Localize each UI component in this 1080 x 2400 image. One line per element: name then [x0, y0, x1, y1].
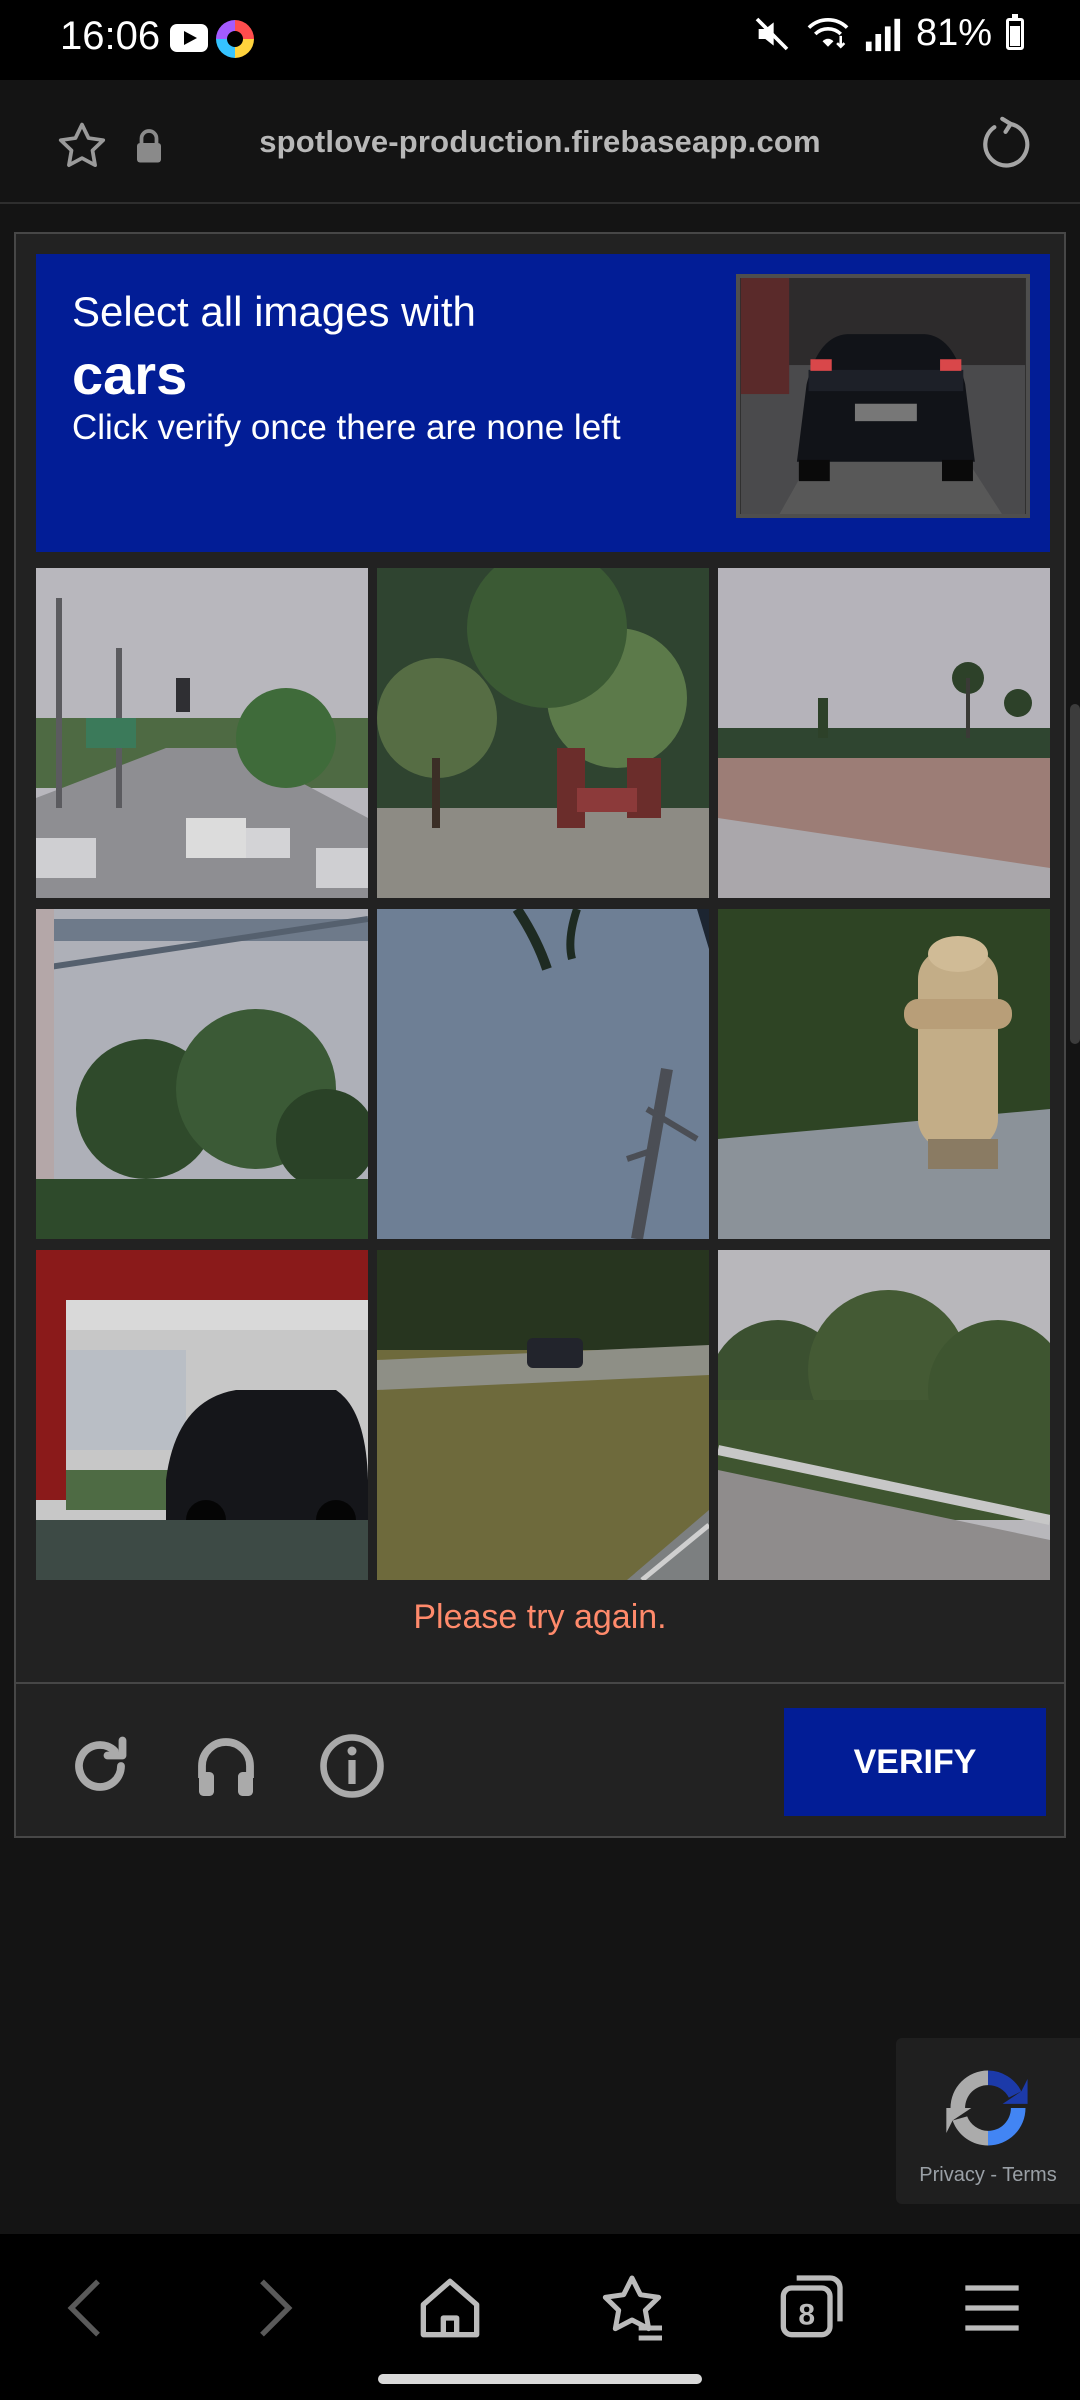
captcha-prompt: Select all images with cars Click verify… [36, 254, 1050, 552]
wifi-icon [807, 17, 849, 49]
headphones-icon[interactable] [190, 1730, 262, 1802]
status-time: 16:06 [60, 14, 161, 58]
tile-roadside-palms[interactable] [718, 568, 1050, 898]
bookmarks-button[interactable] [592, 2268, 672, 2348]
sample-image [736, 274, 1030, 518]
prompt-target: cars [72, 343, 188, 406]
terms-link[interactable]: Terms [1002, 2164, 1056, 2186]
captcha-challenge: Select all images with cars Click verify… [14, 232, 1066, 1838]
tile-parked-car[interactable] [36, 1250, 368, 1580]
error-message: Please try again. [413, 1598, 667, 1636]
tile-overpass-trees[interactable] [36, 909, 368, 1239]
prompt-instruction: Select all images with [72, 288, 476, 335]
battery-percent: 81% [915, 12, 992, 54]
screen: 16:06 81% spotlove-production.firebaseap… [0, 0, 1080, 2400]
star-icon[interactable] [54, 118, 110, 174]
app-icon [216, 20, 254, 58]
refresh-icon[interactable] [64, 1730, 136, 1802]
mute-icon [755, 17, 789, 50]
divider [16, 1682, 1064, 1684]
back-button[interactable] [48, 2268, 128, 2348]
home-indicator[interactable] [378, 2374, 702, 2384]
browser-toolbar: spotlove-production.firebaseapp.com [0, 80, 1080, 204]
prompt-hint: Click verify once there are none left [72, 408, 621, 447]
forward-icon [260, 2279, 293, 2337]
tabs-icon: 8 [780, 2275, 843, 2338]
bookmarks-icon [602, 2275, 662, 2341]
home-icon [420, 2278, 480, 2338]
menu-icon [965, 2285, 1019, 2331]
signal-icon [865, 18, 901, 51]
home-button[interactable] [410, 2268, 490, 2348]
info-icon[interactable] [316, 1730, 388, 1802]
url-bar[interactable]: spotlove-production.firebaseapp.com [200, 124, 880, 160]
reload-icon[interactable] [978, 116, 1034, 172]
tile-sky-palm-pole[interactable] [377, 909, 709, 1239]
recaptcha-logo-icon [946, 2070, 1028, 2146]
tile-trees-sidewalk[interactable] [377, 568, 709, 898]
menu-button[interactable] [952, 2268, 1032, 2348]
status-icons: 81% [752, 12, 1024, 55]
badge-links: Privacy - Terms [896, 2164, 1080, 2187]
forward-button[interactable] [232, 2268, 312, 2348]
tile-street-with-cars[interactable] [36, 568, 368, 898]
recaptcha-badge[interactable]: Privacy - Terms [896, 2038, 1080, 2204]
lock-icon[interactable] [134, 128, 164, 164]
privacy-link[interactable]: Privacy [919, 2164, 985, 2186]
link-separator: - [984, 2164, 1003, 2186]
verify-button[interactable]: VERIFY [784, 1708, 1046, 1816]
battery-icon [1006, 13, 1024, 50]
back-icon [67, 2279, 100, 2337]
tile-fire-hydrant-grass[interactable] [718, 909, 1050, 1239]
image-grid [36, 568, 1050, 1580]
scrollbar[interactable] [1070, 704, 1080, 1044]
tile-roadside-bushes[interactable] [718, 1250, 1050, 1580]
tile-car-on-road[interactable] [377, 1250, 709, 1580]
tab-count: 8 [798, 2299, 815, 2332]
tabs-button[interactable]: 8 [770, 2268, 850, 2348]
status-bar: 16:06 81% [0, 0, 1080, 80]
youtube-icon [170, 24, 208, 52]
